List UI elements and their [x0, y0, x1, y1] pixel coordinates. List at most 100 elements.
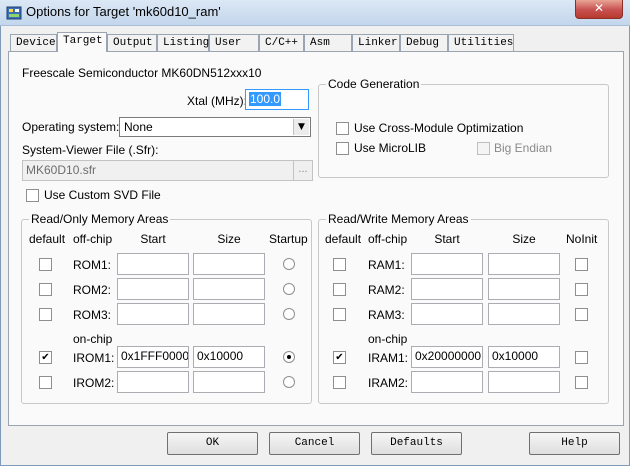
ram1-label: RAM1:	[368, 258, 405, 272]
tab-debug[interactable]: Debug	[400, 34, 448, 52]
irom2-start-input[interactable]	[117, 371, 189, 393]
irom1-size-input[interactable]: 0x10000	[193, 346, 265, 368]
check-icon: ✔	[335, 352, 344, 363]
ram3-size-input[interactable]	[488, 303, 560, 325]
ram-header-start: Start	[434, 232, 460, 246]
close-button[interactable]: ✕	[575, 0, 623, 19]
ram3-default-checkbox[interactable]	[333, 308, 346, 321]
tab-asm[interactable]: Asm	[304, 34, 352, 52]
irom1-start-input[interactable]: 0x1FFF0000	[117, 346, 189, 368]
iram1-noinit-checkbox[interactable]	[575, 351, 588, 364]
rom2-label: ROM2:	[73, 283, 112, 297]
iram2-start-input[interactable]	[411, 371, 483, 393]
rom-onchip-label: on-chip	[73, 332, 113, 346]
iram2-label: IRAM2:	[368, 376, 409, 390]
check-icon: ✔	[41, 352, 50, 363]
ram-header-default: default	[325, 232, 362, 246]
title-bar: Options for Target 'mk60d10_ram' ✕	[0, 0, 630, 26]
xtal-input[interactable]: 100.0	[245, 89, 309, 110]
rom-areas-title: Read/Only Memory Areas	[29, 212, 171, 226]
sv-browse-button[interactable]: ...	[293, 160, 313, 181]
tab-linker[interactable]: Linker	[352, 34, 400, 52]
tab-listing[interactable]: Listing	[157, 34, 209, 52]
sv-file-label: System-Viewer File (.Sfr):	[22, 143, 159, 157]
rom1-default-checkbox[interactable]	[39, 258, 52, 271]
cross-module-checkbox[interactable]	[336, 122, 349, 135]
ram2-start-input[interactable]	[411, 278, 483, 300]
ram-header-noinit: NoInit	[566, 232, 598, 246]
custom-svd-label: Use Custom SVD File	[44, 188, 161, 202]
ram-header-size: Size	[512, 232, 536, 246]
ram2-label: RAM2:	[368, 283, 405, 297]
ram-header-offchip: off-chip	[368, 232, 408, 246]
irom2-default-checkbox[interactable]	[39, 376, 52, 389]
microlib-checkbox[interactable]	[336, 142, 349, 155]
tab-output[interactable]: Output	[107, 34, 157, 52]
tab-user[interactable]: User	[209, 34, 259, 52]
irom1-startup-radio[interactable]	[283, 351, 295, 363]
cancel-button[interactable]: Cancel	[269, 432, 360, 455]
tab-device[interactable]: Device	[10, 34, 57, 52]
rom3-start-input[interactable]	[117, 303, 189, 325]
rom-header-offchip: off-chip	[73, 232, 113, 246]
ram-areas-title: Read/Write Memory Areas	[326, 212, 471, 226]
os-dropdown[interactable]: None ▼	[119, 117, 311, 137]
custom-svd-checkbox[interactable]	[26, 189, 39, 202]
microlib-label: Use MicroLIB	[354, 141, 427, 155]
device-name-label: Freescale Semiconductor MK60DN512xxx10	[22, 66, 262, 80]
chevron-down-icon: ▼	[293, 119, 309, 135]
iram1-label: IRAM1:	[368, 351, 409, 365]
irom2-size-input[interactable]	[193, 371, 265, 393]
rom2-start-input[interactable]	[117, 278, 189, 300]
iram2-default-checkbox[interactable]	[333, 376, 346, 389]
xtal-label: Xtal (MHz):	[187, 94, 247, 108]
iram2-size-input[interactable]	[488, 371, 560, 393]
iram1-size-input[interactable]: 0x10000	[488, 346, 560, 368]
ram-onchip-label: on-chip	[368, 332, 408, 346]
rom3-startup-radio[interactable]	[283, 308, 295, 320]
ram3-noinit-checkbox[interactable]	[575, 308, 588, 321]
ram1-start-input[interactable]	[411, 253, 483, 275]
rom1-startup-radio[interactable]	[283, 258, 295, 270]
rom2-startup-radio[interactable]	[283, 283, 295, 295]
rom3-default-checkbox[interactable]	[39, 308, 52, 321]
tab-c-cpp[interactable]: C/C++	[259, 34, 304, 52]
sv-file-input[interactable]: MK60D10.sfr	[22, 160, 294, 181]
big-endian-label: Big Endian	[494, 141, 553, 155]
rom2-default-checkbox[interactable]	[39, 283, 52, 296]
iram1-default-checkbox[interactable]: ✔	[333, 351, 346, 364]
ram1-default-checkbox[interactable]	[333, 258, 346, 271]
rom1-label: ROM1:	[73, 258, 112, 272]
ram1-size-input[interactable]	[488, 253, 560, 275]
irom1-default-checkbox[interactable]: ✔	[39, 351, 52, 364]
ram2-noinit-checkbox[interactable]	[575, 283, 588, 296]
iram2-noinit-checkbox[interactable]	[575, 376, 588, 389]
cross-module-label: Use Cross-Module Optimization	[354, 121, 524, 135]
rom1-size-input[interactable]	[193, 253, 265, 275]
ram1-noinit-checkbox[interactable]	[575, 258, 588, 271]
ok-button[interactable]: OK	[167, 432, 258, 455]
os-selected-value: None	[124, 120, 153, 134]
rom-header-startup: Startup	[269, 232, 308, 246]
rom3-size-input[interactable]	[193, 303, 265, 325]
rom1-start-input[interactable]	[117, 253, 189, 275]
radio-selected-dot	[287, 355, 291, 359]
iram1-start-input[interactable]: 0x20000000	[411, 346, 483, 368]
tab-target[interactable]: Target	[57, 32, 107, 52]
ram3-label: RAM3:	[368, 308, 405, 322]
big-endian-checkbox[interactable]	[477, 142, 490, 155]
irom2-startup-radio[interactable]	[283, 376, 295, 388]
help-button[interactable]: Help	[529, 432, 620, 455]
irom2-label: IROM2:	[73, 376, 115, 390]
ram3-start-input[interactable]	[411, 303, 483, 325]
os-label: Operating system:	[22, 120, 120, 134]
ram2-default-checkbox[interactable]	[333, 283, 346, 296]
irom1-label: IROM1:	[73, 351, 115, 365]
rom-header-size: Size	[217, 232, 241, 246]
rom-header-default: default	[29, 232, 66, 246]
defaults-button[interactable]: Defaults	[371, 432, 462, 455]
rom2-size-input[interactable]	[193, 278, 265, 300]
ram2-size-input[interactable]	[488, 278, 560, 300]
tab-utilities[interactable]: Utilities	[448, 34, 514, 52]
code-generation-title: Code Generation	[326, 77, 422, 91]
